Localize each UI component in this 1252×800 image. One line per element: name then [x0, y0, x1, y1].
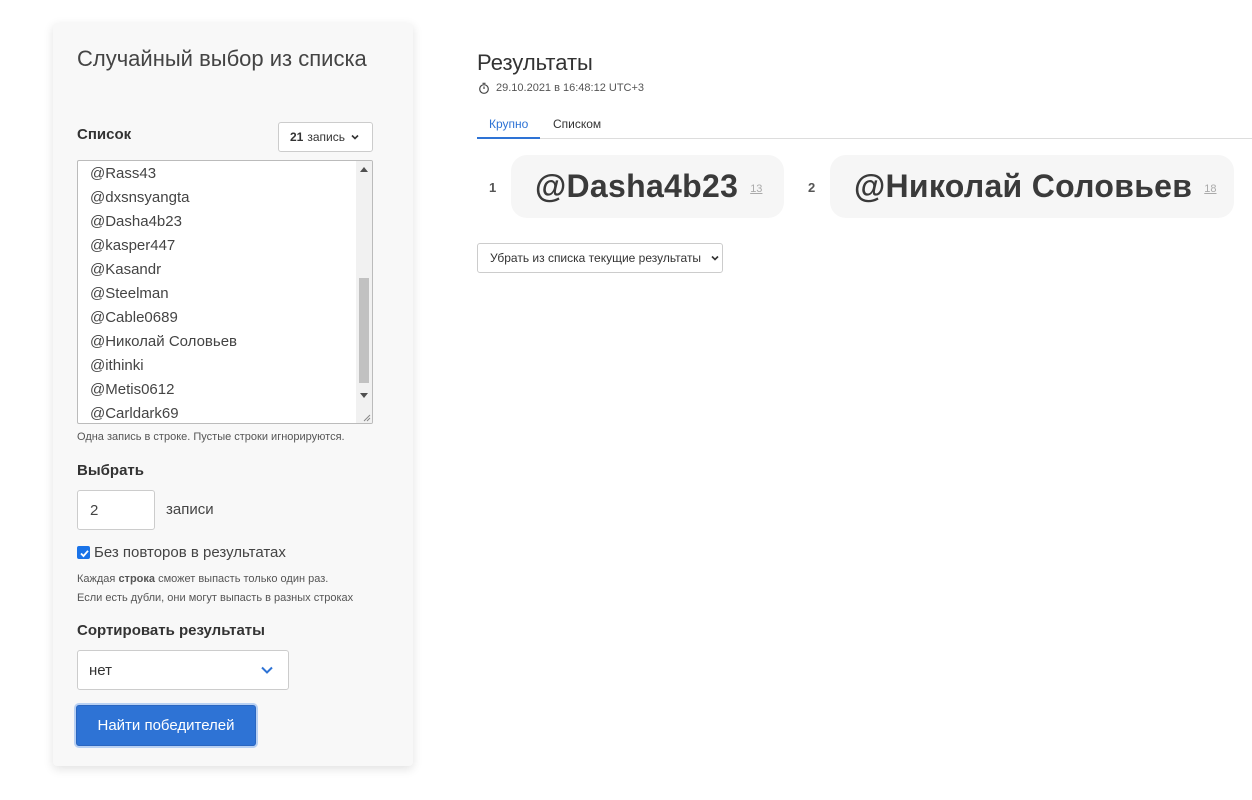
- list-item: @Cable0689: [90, 309, 178, 326]
- scroll-up-arrow-icon[interactable]: [360, 167, 368, 172]
- scroll-thumb[interactable]: [359, 278, 369, 383]
- list-item: @Kasandr: [90, 261, 162, 278]
- chevron-down-icon: [351, 134, 359, 140]
- list-item: @dxsnsyangta: [90, 189, 190, 206]
- winner-card: @Dasha4b23 13: [511, 155, 784, 218]
- list-item: @Carldark69: [90, 405, 179, 422]
- list-label: Список: [77, 126, 132, 143]
- winner-line-link[interactable]: 13: [750, 183, 762, 195]
- settings-panel: Случайный выбор из списка Список 21 запи…: [53, 23, 413, 766]
- find-winners-button[interactable]: Найти победителей: [76, 705, 256, 746]
- winner-card: @Николай Соловьев 18: [830, 155, 1234, 218]
- winner-index: 1: [489, 180, 497, 195]
- list-hint: Одна запись в строке. Пустые строки игно…: [77, 431, 345, 443]
- list-item: @kasper447: [90, 237, 176, 254]
- chevron-down-icon: [261, 666, 273, 674]
- entries-count-dropdown[interactable]: 21 запись: [278, 122, 373, 152]
- tab-large[interactable]: Крупно: [477, 111, 541, 139]
- list-item: @ithinki: [90, 357, 144, 374]
- sort-label: Сортировать результаты: [77, 622, 265, 639]
- results-tabs: Крупно Списком: [477, 111, 1252, 139]
- pick-unit-label: записи: [166, 501, 214, 518]
- scroll-down-arrow-icon[interactable]: [360, 393, 368, 398]
- pick-count-input[interactable]: [77, 490, 155, 530]
- hint-bold-text: строка: [118, 573, 156, 585]
- entries-count-unit: запись: [307, 130, 345, 144]
- panel-title: Случайный выбор из списка: [77, 46, 367, 71]
- list-item: @Metis0612: [90, 381, 175, 398]
- list-item: @Dasha4b23: [90, 213, 182, 230]
- hint-text: Каждая: [77, 573, 119, 585]
- timestamp-text: 29.10.2021 в 16:48:12 UTC+3: [496, 82, 645, 94]
- list-item: @Steelman: [90, 285, 169, 302]
- duplicates-hint: Если есть дубли, они могут выпасть в раз…: [77, 592, 354, 604]
- list-item: @Николай Соловьев: [90, 333, 238, 350]
- remove-results-dropdown[interactable]: Убрать из списка текущие результаты: [477, 243, 723, 273]
- entries-count: 21: [290, 130, 304, 144]
- chevron-down-icon: [711, 255, 719, 261]
- winner-line-link[interactable]: 18: [1204, 183, 1216, 195]
- no-repeat-label[interactable]: Без повторов в результатах: [94, 544, 286, 561]
- textarea-scrollbar[interactable]: [356, 161, 372, 423]
- no-repeat-hint: Каждая строка сможет выпасть только один…: [77, 573, 328, 585]
- resize-grip-icon[interactable]: [361, 412, 371, 422]
- checkmark-icon: [80, 550, 89, 558]
- remove-results-label: Убрать из списка текущие результаты: [490, 251, 702, 265]
- winner-name: @Николай Соловьев: [854, 168, 1193, 204]
- sort-select[interactable]: нет: [77, 650, 289, 690]
- sort-selected-value: нет: [89, 661, 112, 679]
- pick-label: Выбрать: [77, 462, 144, 479]
- hint-text: сможет выпасть только один раз.: [155, 573, 329, 585]
- stopwatch-icon: [479, 82, 489, 94]
- entries-textarea[interactable]: @Rass43 @dxsnsyangta @Dasha4b23 @kasper4…: [77, 160, 373, 424]
- tab-list[interactable]: Списком: [541, 111, 613, 139]
- list-item: @Rass43: [90, 165, 157, 182]
- results-timestamp: 29.10.2021 в 16:48:12 UTC+3: [478, 82, 644, 94]
- no-repeat-checkbox[interactable]: [77, 546, 90, 559]
- winner-name: @Dasha4b23: [535, 168, 739, 204]
- results-title: Результаты: [477, 50, 593, 75]
- winner-index: 2: [808, 180, 816, 195]
